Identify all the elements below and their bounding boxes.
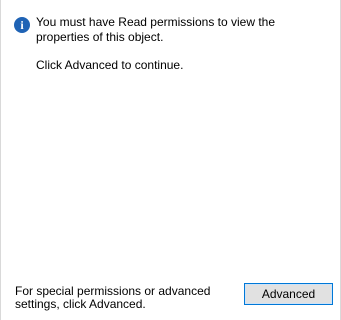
panel-left-border <box>0 0 1 320</box>
advanced-button[interactable]: Advanced <box>244 283 333 305</box>
permission-message: You must have Read permissions to view t… <box>36 15 276 44</box>
advanced-hint: Click Advanced to continue. <box>36 58 184 72</box>
info-icon: i <box>14 17 30 33</box>
special-permissions-text: For special permissions or advanced sett… <box>15 284 211 311</box>
security-tab-panel: i You must have Read permissions to view… <box>0 0 341 320</box>
